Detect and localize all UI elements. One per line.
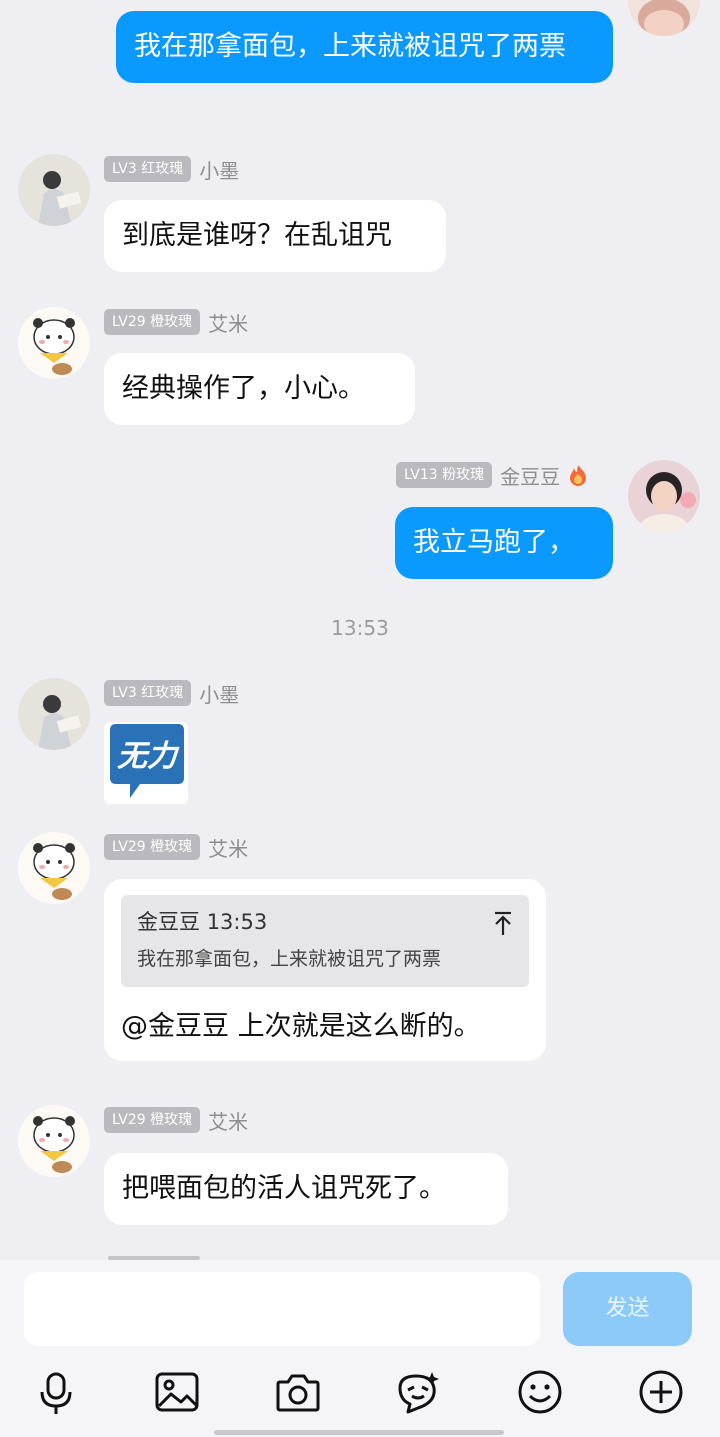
sticker-message[interactable]: 无力 — [104, 722, 188, 804]
avatar-aimi[interactable] — [18, 1105, 90, 1177]
sender-name[interactable]: 艾米 — [208, 1106, 248, 1135]
avatar-self[interactable] — [628, 460, 700, 532]
message-bubble[interactable]: 我在那拿面包，上来就被诅咒了两票 — [116, 11, 613, 83]
level-badge: LV29 橙玫瑰 — [104, 1107, 201, 1133]
quote-author: 金豆豆 — [137, 910, 200, 934]
sender-name[interactable]: 小墨 — [199, 155, 239, 184]
message-bubble[interactable]: 经典操作了，小心。 — [104, 353, 415, 425]
avatar-self[interactable] — [628, 0, 700, 36]
avatar-xiaomo[interactable] — [18, 678, 90, 750]
sender-name[interactable]: 艾米 — [208, 308, 248, 337]
avatar-aimi[interactable] — [18, 307, 90, 379]
level-badge: LV3 红玫瑰 — [104, 156, 192, 182]
home-indicator[interactable] — [214, 1430, 504, 1435]
sender-meta: LV29 橙玫瑰 艾米 — [104, 307, 248, 337]
microphone-icon[interactable] — [32, 1368, 80, 1416]
quote-text: 我在那拿面包，上来就被诅咒了两票 — [137, 948, 442, 970]
level-badge: LV29 橙玫瑰 — [104, 309, 201, 335]
message-text: 经典操作了，小心。 — [122, 373, 365, 404]
sticker-icon[interactable] — [394, 1368, 442, 1416]
message-bubble[interactable]: 到底是谁呀？在乱诅咒 — [104, 200, 446, 272]
composer-bar: 发送 — [0, 1260, 720, 1437]
camera-icon[interactable] — [274, 1368, 322, 1416]
message-text: 到底是谁呀？在乱诅咒 — [122, 220, 392, 251]
sticker-image: 无力 — [110, 724, 184, 798]
quote-time: 13:53 — [206, 910, 268, 934]
message-text: 把喂面包的活人诅咒死了。 — [122, 1173, 446, 1204]
sender-meta: LV3 红玫瑰 小墨 — [104, 154, 239, 184]
level-badge: LV13 粉玫瑰 — [396, 462, 493, 488]
message-input[interactable] — [24, 1272, 540, 1346]
message-bubble[interactable]: 把喂面包的活人诅咒死了。 — [104, 1153, 508, 1225]
avatar-aimi[interactable] — [18, 832, 90, 904]
sender-name[interactable]: 艾米 — [208, 833, 248, 862]
sender-meta: LV29 橙玫瑰 艾米 — [104, 832, 248, 862]
message-bubble[interactable]: 金豆豆 13:53 我在那拿面包，上来就被诅咒了两票 @金豆豆 上次就是这么断的… — [104, 879, 546, 1061]
plus-icon[interactable] — [637, 1368, 685, 1416]
quote-header: 金豆豆 13:53 — [137, 907, 513, 937]
sender-meta: LV3 红玫瑰 小墨 — [104, 678, 239, 708]
message-bubble[interactable]: 我立马跑了， — [395, 507, 613, 579]
level-badge: LV29 橙玫瑰 — [104, 834, 201, 860]
sticker-text: 无力 — [117, 739, 180, 774]
image-icon[interactable] — [153, 1368, 201, 1416]
avatar-xiaomo[interactable] — [18, 154, 90, 226]
level-badge: LV3 红玫瑰 — [104, 680, 192, 706]
sender-name[interactable]: 小墨 — [199, 679, 239, 708]
message-text: @金豆豆 上次就是这么断的。 — [121, 1011, 481, 1042]
sender-meta: LV29 橙玫瑰 艾米 — [104, 1105, 248, 1135]
send-button[interactable]: 发送 — [563, 1272, 692, 1346]
sender-meta: LV13 粉玫瑰 金豆豆 — [396, 460, 588, 490]
jump-to-message-icon[interactable] — [491, 909, 515, 937]
sender-name[interactable]: 金豆豆 — [500, 461, 560, 490]
quoted-message[interactable]: 金豆豆 13:53 我在那拿面包，上来就被诅咒了两票 — [121, 895, 529, 987]
emoji-icon[interactable] — [516, 1368, 564, 1416]
flame-icon — [568, 464, 588, 486]
message-text: 我立马跑了， — [413, 527, 575, 558]
time-separator: 13:53 — [331, 616, 389, 640]
message-text: 我在那拿面包，上来就被诅咒了两票 — [134, 31, 566, 62]
